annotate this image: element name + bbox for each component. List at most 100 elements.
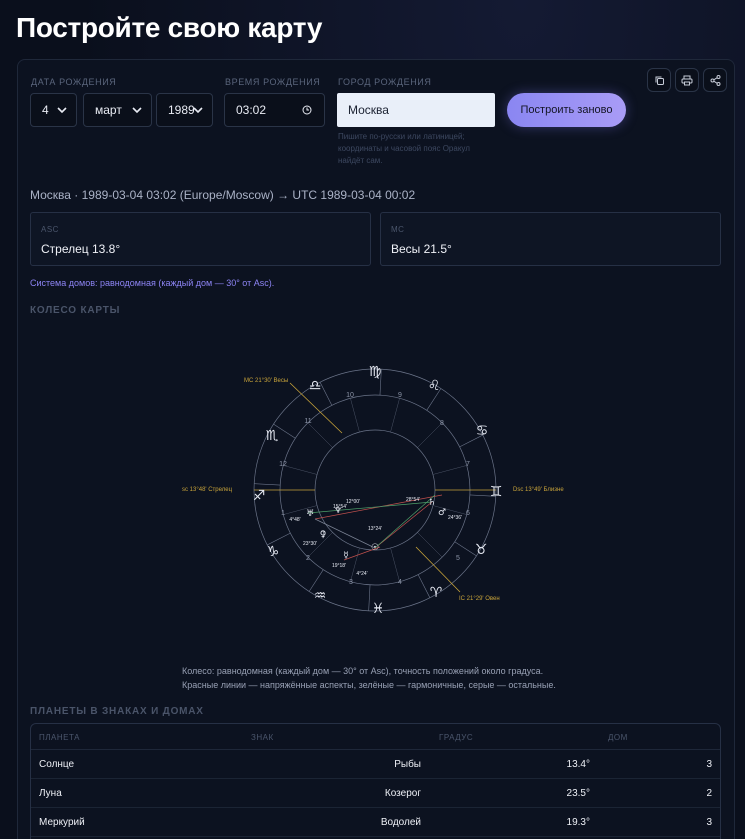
day-value: 4 [42, 103, 49, 117]
day-select[interactable]: 4 [30, 93, 77, 127]
house-divider [417, 422, 443, 448]
rebuild-button[interactable]: Построить заново [507, 93, 626, 127]
planet-sign: Козерог [384, 788, 421, 799]
house-number: 3 [349, 579, 353, 586]
degree-label: 12°00' [346, 499, 360, 505]
house-number: 12 [279, 461, 287, 468]
house-inner-ring [314, 429, 436, 551]
degree-label: 28°54' [406, 497, 420, 503]
planet-glyph: ☉ [371, 543, 379, 553]
chart-wheel: MC 21°30' Весы sc 13°48' Стрелец Dsc 13°… [182, 364, 564, 617]
house-divider [390, 398, 400, 433]
planets-table: ПЛАНЕТА ЗНАК ГРАДУС ДОМ Солнце Рыбы 13.4… [30, 723, 721, 839]
house-number: 1 [281, 510, 285, 517]
house-number: 5 [456, 555, 460, 562]
birth-time-label: ВРЕМЯ РОЖДЕНИЯ [225, 77, 321, 87]
house-number: 4 [398, 579, 402, 586]
copy-button[interactable] [647, 68, 671, 92]
print-button[interactable] [675, 68, 699, 92]
copy-icon [655, 76, 664, 85]
share-button[interactable] [703, 68, 727, 92]
house-divider [283, 465, 318, 475]
planet-glyph: ☿ [343, 551, 349, 561]
asc-key: ASC [41, 225, 59, 234]
city-input[interactable]: Москва [337, 93, 495, 127]
chevron-down-icon [57, 107, 67, 114]
mc-card: MC Весы 21.5° [380, 212, 721, 266]
planet-sign: Водолей [380, 817, 421, 828]
share-icon [710, 74, 720, 86]
asc-value: Стрелец 13.8° [41, 242, 121, 256]
planet-glyph: ♄ [428, 498, 436, 508]
chart-summary: Москва · 1989-03-04 03:02 (Europe/Moscow… [30, 188, 416, 202]
zodiac-sign-glyph: ♍ [369, 364, 382, 380]
wheel-caption-1: Колесо: равнодомная (каждый дом — 30° от… [182, 666, 544, 676]
zodiac-divider [254, 483, 281, 486]
planet-glyph: ♀ [320, 530, 327, 540]
year-value: 1989 [168, 103, 195, 117]
house-divider [307, 422, 333, 448]
table-header: ПЛАНЕТА ЗНАК ГРАДУС ДОМ [31, 724, 720, 750]
planet-name: Солнце [39, 759, 75, 770]
month-select[interactable]: март [83, 93, 152, 127]
zodiac-divider [319, 382, 333, 406]
dsc-axis-label: Dsc 13°49' Близне [513, 487, 564, 493]
birth-date-label: ДАТА РОЖДЕНИЯ [31, 77, 117, 87]
birth-city-label: ГОРОД РОЖДЕНИЯ [338, 77, 432, 87]
asc-card: ASC Стрелец 13.8° [30, 212, 371, 266]
zodiac-divider [454, 541, 477, 557]
planet-name: Меркурий [39, 817, 85, 828]
city-hint: Пишите по-русски или латиницей; координа… [338, 132, 470, 165]
planet-sign: Рыбы [394, 759, 421, 770]
page-title: Постройте свою карту [16, 12, 323, 43]
zodiac-sign-glyph: ♊ [490, 484, 503, 500]
degree-label: 23°30' [303, 541, 317, 547]
planet-house: 2 [706, 788, 712, 799]
house-divider [432, 465, 467, 475]
house-number: 8 [440, 420, 444, 427]
degree-label: 19°18' [332, 563, 346, 569]
print-icon [681, 75, 693, 85]
zodiac-sign-glyph: ♐ [253, 488, 266, 504]
zodiac-sign-glyph: ♋ [476, 423, 489, 439]
house-divider [417, 532, 443, 558]
house-number: 11 [304, 418, 311, 425]
degree-label: 4°24' [356, 571, 367, 577]
aspect-line [307, 501, 433, 514]
planet-house: 3 [706, 817, 712, 828]
wheel-caption-2: Красные линии — напряжённые аспекты, зел… [182, 680, 556, 690]
column-house: ДОМ [608, 733, 628, 742]
year-select[interactable]: 1989 [156, 93, 213, 127]
planet-name: Луна [39, 788, 62, 799]
column-planet: ПЛАНЕТА [39, 733, 80, 742]
zodiac-sign-glyph: ♒ [314, 588, 327, 604]
house-number: 7 [466, 461, 470, 468]
zodiac-divider [417, 574, 431, 598]
clock-icon[interactable] [302, 105, 312, 115]
mc-axis-label: MC 21°30' Весы [244, 378, 288, 384]
degree-label: 15°54' [333, 504, 347, 510]
city-value: Москва [348, 103, 389, 117]
house-number: 10 [346, 392, 354, 399]
planet-house: 3 [706, 759, 712, 770]
wheel-section-title: КОЛЕСО КАРТЫ [30, 305, 121, 316]
month-value: март [95, 103, 122, 117]
house-number: 2 [306, 555, 310, 562]
planet-degree: 13.4° [566, 759, 590, 770]
chevron-down-icon [193, 107, 203, 114]
house-number: 6 [466, 510, 470, 517]
zodiac-sign-glyph: ♎ [309, 378, 322, 394]
house-number: 9 [398, 392, 402, 399]
planets-section-title: ПЛАНЕТЫ В ЗНАКАХ И ДОМАХ [30, 706, 204, 717]
chevron-down-icon [132, 107, 142, 114]
zodiac-sign-glyph: ♉ [475, 542, 488, 558]
time-value: 03:02 [236, 103, 267, 117]
table-row: Солнце Рыбы 13.4° 3 [31, 750, 720, 779]
time-input[interactable]: 03:02 [224, 93, 325, 127]
degree-label: 24°36' [448, 515, 462, 521]
asc-axis-label: sc 13°48' Стрелец [182, 487, 233, 493]
ic-axis-label: IC 21°29' Овен [459, 596, 500, 602]
house-divider [350, 398, 360, 433]
zodiac-sign-glyph: ♏ [266, 428, 279, 444]
zodiac-sign-glyph: ♌ [428, 378, 441, 394]
